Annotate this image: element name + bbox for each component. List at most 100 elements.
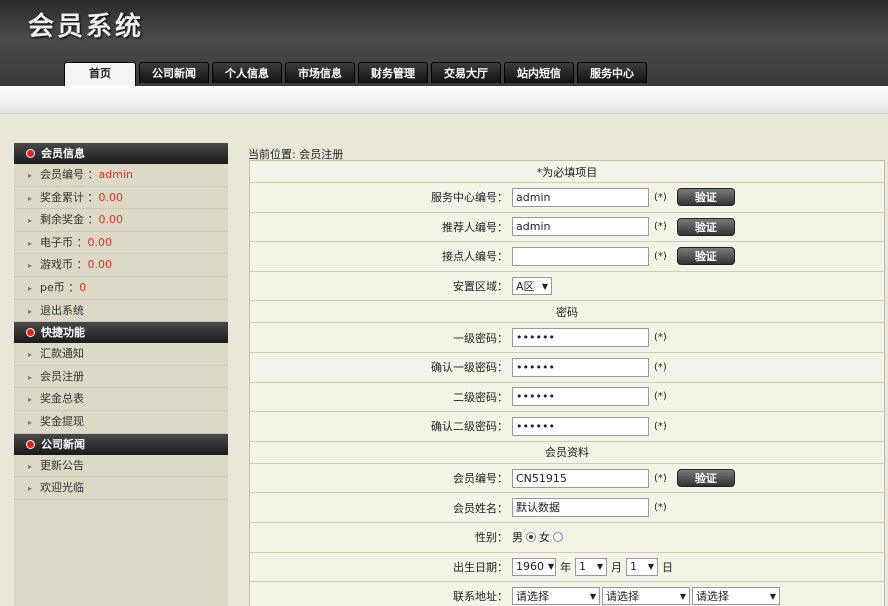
sidebar-item-member-no: ▸ 会员编号 ：admin [14,164,228,187]
required-mark: (*) [654,191,667,203]
member-no-input[interactable]: CN51915 [512,468,649,488]
pwd2-label: 二级密码 [453,390,497,404]
row-address: 联系地址： 请选择 ▼ 请选择 ▼ 请选择 ▼ [250,582,884,606]
birth-label: 出生日期 [453,560,497,574]
verify-service-center-button[interactable]: 验证 [676,188,735,207]
member-no-label: 会员编号 [453,472,497,486]
row-pwd1: 一级密码： •••••• (*) [250,323,884,353]
sidebar-item-pe-coin: ▸ pe币 ：0 [14,277,228,300]
bullet-icon [26,149,35,158]
arrow-icon: ▸ [28,461,33,471]
row-contact: 接点人编号： (*) 验证 [250,242,884,272]
pwd2-confirm-input[interactable]: •••••• [512,416,649,436]
gender-female-radio[interactable] [553,532,563,543]
header-band [0,86,888,114]
gender-male-radio[interactable] [526,532,536,543]
row-pwd2-confirm: 确认二级密码： •••••• (*) [250,412,884,442]
sidebar-item-bonus-table[interactable]: ▸ 奖金总表 [14,388,228,411]
month-unit: 月 [611,560,622,574]
address-district-select[interactable]: 请选择 ▼ [692,587,780,606]
tab-finance[interactable]: 财务管理 [358,62,428,83]
area-label: 安置区域 [453,280,497,294]
row-gender: 性别： 男 女 [250,523,884,553]
chevron-down-icon: ▼ [541,281,548,291]
row-pwd1-confirm: 确认一级密码： •••••• (*) [250,353,884,383]
referrer-input[interactable]: admin [512,217,649,237]
gender-label: 性别 [475,531,497,545]
pwd1-confirm-input[interactable]: •••••• [512,357,649,377]
row-service-center: 服务中心编号： admin (*) 验证 [250,183,884,213]
required-mark: (*) [654,332,667,344]
address-province-select[interactable]: 请选择 ▼ [512,587,600,606]
tab-market-info[interactable]: 市场信息 [285,62,355,83]
gender-female-label: 女 [539,531,550,545]
address-city-select[interactable]: 请选择 ▼ [602,587,690,606]
sidebar-item-game-coin: ▸ 游戏币 ：0.00 [14,254,228,277]
tab-company-news[interactable]: 公司新闻 [139,62,209,83]
day-unit: 日 [662,560,673,574]
verify-contact-button[interactable]: 验证 [676,247,735,266]
pwd1-label: 一级密码 [453,331,497,345]
verify-referrer-button[interactable]: 验证 [676,217,735,236]
sidebar-item-update-notice[interactable]: ▸ 更新公告 [14,455,228,478]
sidebar-item-register[interactable]: ▸ 会员注册 [14,366,228,389]
tab-personal-info[interactable]: 个人信息 [212,62,282,83]
address-label: 联系地址 [453,590,497,604]
arrow-icon: ▸ [28,417,33,427]
row-referrer: 推荐人编号： admin (*) 验证 [250,213,884,243]
header: 会员系统 首页 公司新闻 个人信息 市场信息 财务管理 交易大厅 站内短信 服务… [0,0,888,86]
required-mark: (*) [654,250,667,262]
referrer-label: 推荐人编号 [442,220,497,234]
required-mark: (*) [654,361,667,373]
birth-day-select[interactable]: 1 ▼ [626,557,658,576]
required-mark: (*) [654,502,667,514]
arrow-icon: ▸ [28,484,33,494]
arrow-icon: ▸ [28,261,33,271]
sidebar-item-remittance[interactable]: ▸ 汇款通知 [14,343,228,366]
tab-trading-hall[interactable]: 交易大厅 [431,62,501,83]
arrow-icon: ▸ [28,238,33,248]
tab-service-center[interactable]: 服务中心 [577,62,647,83]
sidebar: 会员信息 ▸ 会员编号 ：admin ▸ 奖金累计 ：0.00 ▸ 剩余奖金 ：0.0… [14,143,228,606]
sidebar-header-member-info: 会员信息 [14,143,228,164]
verify-member-no-button[interactable]: 验证 [676,469,735,488]
arrow-icon: ▸ [28,350,33,360]
service-center-input[interactable]: admin [512,187,649,207]
pwd1-confirm-label: 确认一级密码 [431,361,497,375]
chevron-down-icon: ▼ [596,562,603,572]
tab-home[interactable]: 首页 [64,62,136,86]
row-birth: 出生日期： 1960 ▼ 年 1 ▼ 月 1 ▼ 日 [250,553,884,583]
pwd2-input[interactable]: •••••• [512,387,649,407]
birth-year-select[interactable]: 1960 ▼ [512,557,556,576]
sidebar-item-welcome[interactable]: ▸ 欢迎光临 [14,477,228,500]
bullet-icon [26,328,35,338]
register-form: *为必填项目 服务中心编号： admin (*) 验证 推荐人编号： admin… [249,160,885,606]
row-area: 安置区域： A区 ▼ [250,272,884,302]
row-pwd2: 二级密码： •••••• (*) [250,383,884,413]
section-required: *为必填项目 [250,161,884,183]
required-mark: (*) [654,472,667,484]
gender-male-label: 男 [512,531,523,545]
chevron-down-icon: ▼ [548,562,555,572]
pwd2-confirm-label: 确认二级密码 [431,420,497,434]
contact-input[interactable] [512,246,649,266]
required-mark: (*) [654,420,667,432]
sidebar-item-e-coin: ▸ 电子币 ：0.00 [14,232,228,255]
area-select[interactable]: A区 ▼ [512,277,552,296]
sidebar-item-withdraw[interactable]: ▸ 奖金提现 [14,411,228,434]
pwd1-input[interactable]: •••••• [512,328,649,348]
sidebar-header-quick: 快捷功能 [14,322,228,344]
arrow-icon: ▸ [28,216,33,226]
app-logo: 会员系统 [28,12,145,42]
birth-month-select[interactable]: 1 ▼ [575,557,607,576]
arrow-icon: ▸ [28,283,33,293]
main-nav: 首页 公司新闻 个人信息 市场信息 财务管理 交易大厅 站内短信 服务中心 [64,62,650,86]
sidebar-item-logout[interactable]: ▸ 退出系统 [14,300,228,323]
year-unit: 年 [560,560,571,574]
service-center-label: 服务中心编号 [431,191,497,205]
sidebar-item-bonus-remaining: ▸ 剩余奖金 ：0.00 [14,209,228,232]
member-name-input[interactable]: 默认数据 [512,498,649,518]
tab-messages[interactable]: 站内短信 [504,62,574,83]
section-profile: 会员资料 [250,441,884,464]
bullet-icon [26,439,35,449]
